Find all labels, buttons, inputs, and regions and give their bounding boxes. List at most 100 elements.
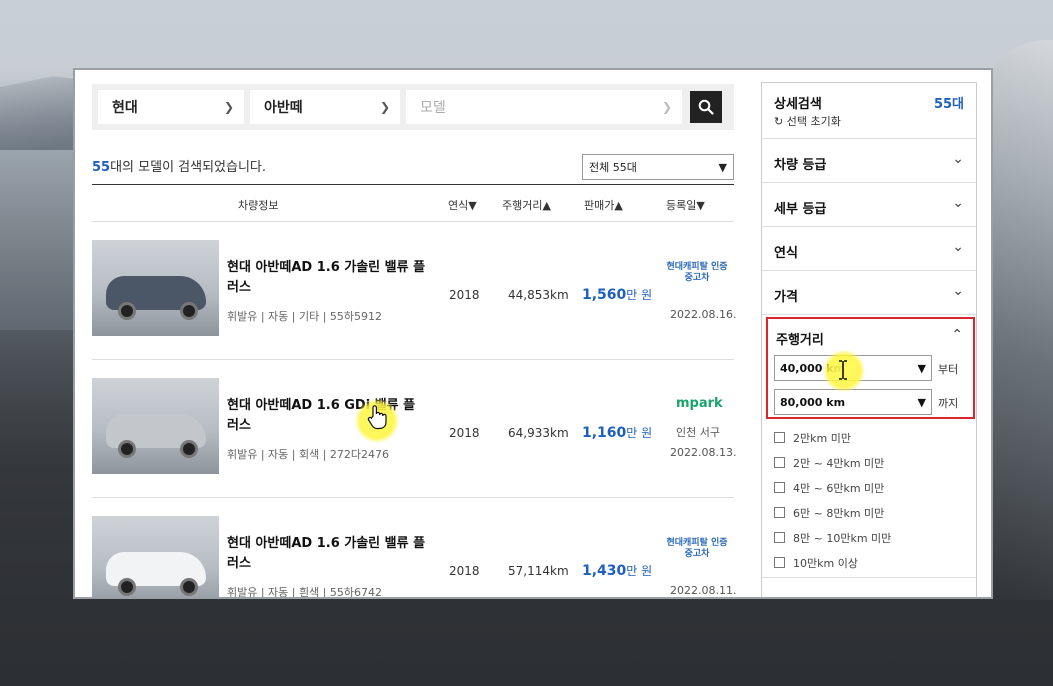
car-wheel (180, 440, 198, 458)
listing-price: 1,160만 원 (582, 424, 652, 441)
price-value: 1,160 (582, 425, 627, 441)
table-row[interactable]: 현대 아반떼AD 1.6 가솔린 밸류 플러스 휘발유 | 자동 | 흰색 | … (92, 498, 737, 599)
checkbox[interactable] (774, 532, 785, 543)
checkbox[interactable] (774, 482, 785, 493)
chevron-down-icon: ▼ (917, 361, 926, 375)
checkbox[interactable] (774, 457, 785, 468)
price-unit: 만 원 (626, 564, 653, 578)
option-label: 2만km 미만 (793, 431, 851, 445)
listing-date: 2022.08.11. (670, 584, 737, 597)
table-row[interactable]: 현대 아반떼AD 1.6 가솔린 밸류 플러스 휘발유 | 자동 | 기타 | … (92, 222, 737, 360)
checkbox[interactable] (774, 557, 785, 568)
header-car-info: 차량정보 (238, 199, 279, 212)
mileage-option[interactable]: 4만 ~ 6만km 미만 (774, 475, 891, 500)
option-label: 4만 ~ 6만km 미만 (793, 481, 885, 495)
listing-title[interactable]: 현대 아반떼AD 1.6 가솔린 밸류 플러스 (227, 258, 427, 298)
filter-vehicle-grade[interactable]: 차량 등급 ⌄ (762, 139, 976, 183)
chevron-up-icon[interactable]: ⌃ (951, 327, 963, 343)
option-label: 6만 ~ 8만km 미만 (793, 506, 885, 520)
listing-title[interactable]: 현대 아반떼AD 1.6 가솔린 밸류 플러스 (227, 534, 427, 574)
mileage-options: 2만km 미만 2만 ~ 4만km 미만 4만 ~ 6만km 미만 6만 ~ 8… (774, 425, 891, 575)
car-thumbnail[interactable] (92, 516, 219, 597)
sidebar-header: 상세검색 ↻ 선택 초기화 55대 (762, 83, 976, 139)
listing-price: 1,430만 원 (582, 562, 652, 579)
filter-year[interactable]: 연식 ⌄ (762, 227, 976, 271)
car-wheel (180, 578, 198, 596)
hand-pointer-icon (367, 405, 387, 430)
listing-location: 인천 서구 (676, 426, 720, 439)
chevron-down-icon: ⌄ (952, 283, 964, 299)
sidebar-divider (762, 577, 976, 578)
listing-price: 1,560만 원 (582, 286, 652, 303)
chevron-down-icon: ❯ (661, 100, 672, 114)
chevron-down-icon: ❯ (379, 100, 390, 114)
dealer-logo: mpark (676, 396, 723, 411)
mileage-filter: 주행거리 ⌃ 40,000 km ▼ 부터 80,000 km ▼ 까지 (766, 317, 975, 419)
browser-content: 현대 ❯ 아반떼 ❯ 모델 ❯ 55대의 모델이 검색되었습니다. 전체 55대… (73, 68, 993, 599)
total-select-value: 전체 55대 (589, 161, 637, 174)
mileage-option[interactable]: 10만km 이상 (774, 550, 891, 575)
sidebar-count: 55대 (933, 97, 964, 112)
listing-mileage: 44,853km (508, 288, 569, 302)
listing-year: 2018 (449, 564, 480, 578)
chevron-down-icon: ⌄ (952, 195, 964, 211)
sort-year[interactable]: 연식▼ (448, 197, 477, 213)
sort-date[interactable]: 등록일▼ (666, 197, 705, 213)
mileage-option[interactable]: 2만 ~ 4만km 미만 (774, 450, 891, 475)
model-select[interactable]: 아반떼 ❯ (250, 90, 400, 124)
result-count-text: 대의 모델이 검색되었습니다. (110, 160, 267, 175)
mileage-from-suffix: 부터 (938, 363, 959, 376)
car-wheel (180, 302, 198, 320)
search-icon (698, 99, 714, 115)
maker-select[interactable]: 현대 ❯ (98, 90, 244, 124)
car-wheel (118, 578, 136, 596)
option-label: 10만km 이상 (793, 556, 858, 570)
car-thumbnail[interactable] (92, 378, 219, 474)
chevron-down-icon: ▼ (917, 395, 926, 409)
checkbox[interactable] (774, 507, 785, 518)
background-car (985, 40, 1053, 600)
total-select[interactable]: 전체 55대 ▼ (582, 154, 734, 180)
result-count: 55대의 모델이 검색되었습니다. (92, 156, 266, 175)
filter-label: 차량 등급 (774, 158, 827, 173)
filter-label: 세부 등급 (774, 202, 827, 217)
maker-select-value: 현대 (112, 100, 138, 116)
mileage-filter-title[interactable]: 주행거리 (776, 329, 824, 348)
listing-date: 2022.08.13. (670, 446, 737, 459)
detail-search-sidebar: 상세검색 ↻ 선택 초기화 55대 차량 등급 ⌄ 세부 등급 ⌄ 연식 ⌄ 가… (761, 82, 977, 597)
detail-model-select[interactable]: 모델 ❯ (406, 90, 682, 124)
mileage-to-select[interactable]: 80,000 km ▼ (774, 389, 932, 415)
listing-meta: 휘발유 | 자동 | 기타 | 55하5912 (227, 310, 383, 323)
sort-mileage[interactable]: 주행거리▲ (502, 197, 551, 213)
mileage-option[interactable]: 2만km 미만 (774, 425, 891, 450)
filter-detail-grade[interactable]: 세부 등급 ⌄ (762, 183, 976, 227)
table-header: 차량정보 연식▼ 주행거리▲ 판매가▲ 등록일▼ (92, 184, 734, 222)
listing-mileage: 57,114km (508, 564, 569, 578)
text-cursor-icon (839, 360, 847, 380)
reset-selection-button[interactable]: ↻ 선택 초기화 (774, 113, 841, 129)
price-value: 1,430 (582, 563, 627, 579)
price-unit: 만 원 (626, 288, 653, 302)
sort-price[interactable]: 판매가▲ (584, 197, 623, 213)
dealer-logo: 현대캐피탈 인증중고차 (666, 538, 728, 559)
price-unit: 만 원 (626, 426, 653, 440)
checkbox[interactable] (774, 432, 785, 443)
chevron-down-icon: ⌄ (952, 239, 964, 255)
detail-model-placeholder: 모델 (420, 100, 446, 116)
option-label: 8만 ~ 10만km 미만 (793, 531, 892, 545)
car-wheel (118, 302, 136, 320)
listing-year: 2018 (449, 426, 480, 440)
listing-mileage: 64,933km (508, 426, 569, 440)
result-count-number: 55 (92, 160, 111, 175)
mileage-option[interactable]: 8만 ~ 10만km 미만 (774, 525, 891, 550)
car-thumbnail[interactable] (92, 240, 219, 336)
model-select-value: 아반떼 (264, 100, 303, 116)
filter-price[interactable]: 가격 ⌄ (762, 271, 976, 315)
filter-label: 연식 (774, 246, 798, 261)
search-button[interactable] (690, 91, 722, 123)
mileage-option[interactable]: 6만 ~ 8만km 미만 (774, 500, 891, 525)
listing-date: 2022.08.16. (670, 308, 737, 321)
table-row[interactable]: 현대 아반떼AD 1.6 GDi 밸류 플러스 휘발유 | 자동 | 회색 | … (92, 360, 737, 498)
listing-meta: 휘발유 | 자동 | 흰색 | 55하6742 (227, 586, 383, 599)
reset-label: 선택 초기화 (786, 115, 841, 128)
